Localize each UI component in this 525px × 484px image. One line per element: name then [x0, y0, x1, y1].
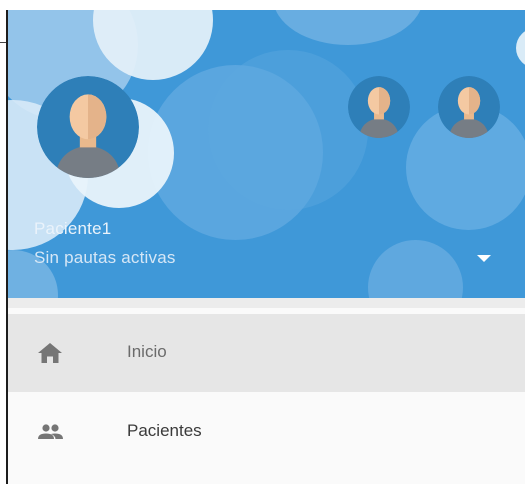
- drawer-header: Paciente1 Sin pautas activas: [8, 10, 525, 298]
- home-icon: [36, 341, 64, 365]
- menu-item-label: Inicio: [127, 342, 167, 361]
- user-status: Sin pautas activas: [34, 248, 176, 267]
- window-edge-tick: [0, 42, 6, 43]
- header-bubble: [208, 50, 368, 210]
- arrow-drop-down-icon: [477, 255, 491, 262]
- person-avatar-icon: [348, 76, 410, 138]
- menu-item-pacientes[interactable]: Pacientes: [8, 393, 525, 471]
- user-name: Paciente1: [34, 219, 112, 238]
- person-avatar-icon: [37, 76, 139, 178]
- account-avatar[interactable]: [438, 76, 500, 138]
- navigation-drawer: Paciente1 Sin pautas activas Inicio Paci…: [8, 10, 525, 484]
- current-user-avatar[interactable]: [37, 76, 139, 178]
- header-bubble: [516, 28, 525, 68]
- people-icon: [36, 420, 64, 444]
- header-divider: [8, 298, 525, 308]
- top-strip: [0, 0, 525, 10]
- person-avatar-icon: [438, 76, 500, 138]
- header-bubble: [273, 10, 423, 45]
- header-bubble: [368, 240, 463, 298]
- menu-item-label: Pacientes: [127, 421, 202, 440]
- account-avatar[interactable]: [348, 76, 410, 138]
- menu-item-inicio[interactable]: Inicio: [8, 314, 525, 392]
- account-dropdown-button[interactable]: [472, 248, 496, 268]
